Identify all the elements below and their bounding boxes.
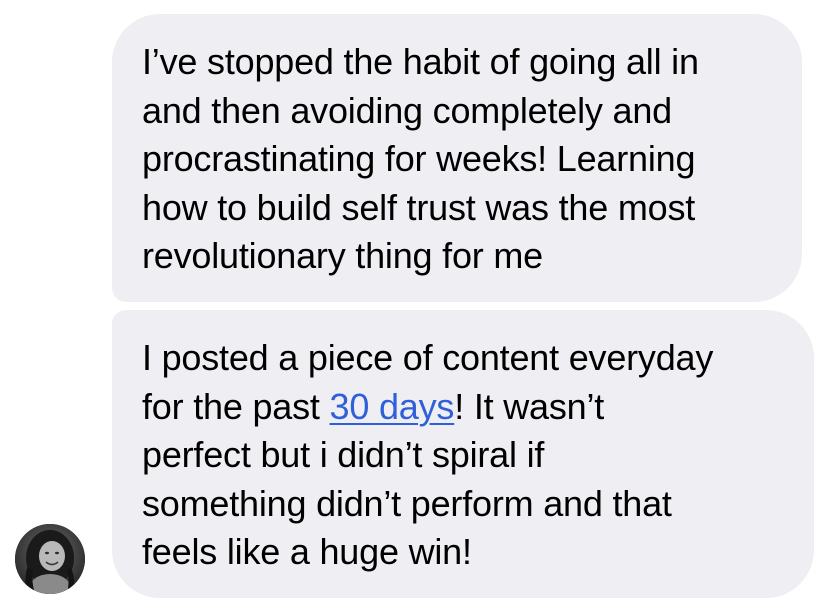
message-text-fragment: ! It wasn’t bbox=[454, 385, 605, 427]
message-text-line: I posted a piece of content everyday bbox=[142, 337, 714, 378]
date-link[interactable]: 30 days bbox=[330, 386, 455, 427]
message-text-fragment: for the past bbox=[142, 385, 330, 427]
message-text-line: procrastinating for weeks! Learning bbox=[142, 138, 696, 179]
message-text-line: something didn’t perform and that bbox=[142, 482, 672, 524]
avatar-photo-icon bbox=[15, 524, 85, 594]
message-bubble-2[interactable]: I posted a piece of content everyday for… bbox=[112, 310, 814, 598]
message-text-line: feels like a huge win! bbox=[142, 531, 472, 572]
sender-avatar[interactable] bbox=[15, 524, 85, 594]
message-text-line: and then avoiding completely and bbox=[142, 89, 672, 131]
message-text-line: how to build self trust was the most bbox=[142, 186, 696, 228]
message-text-line: I’ve stopped the habit of going all in bbox=[142, 41, 699, 82]
message-text-line: for the past 30 days! It wasn’t bbox=[142, 383, 786, 432]
message-text-line: perfect but i didn’t spiral if bbox=[142, 434, 545, 475]
message-thread: I’ve stopped the habit of going all in a… bbox=[0, 0, 827, 612]
message-text-line: revolutionary thing for me bbox=[142, 235, 543, 276]
message-bubble-1[interactable]: I’ve stopped the habit of going all in a… bbox=[112, 14, 802, 302]
